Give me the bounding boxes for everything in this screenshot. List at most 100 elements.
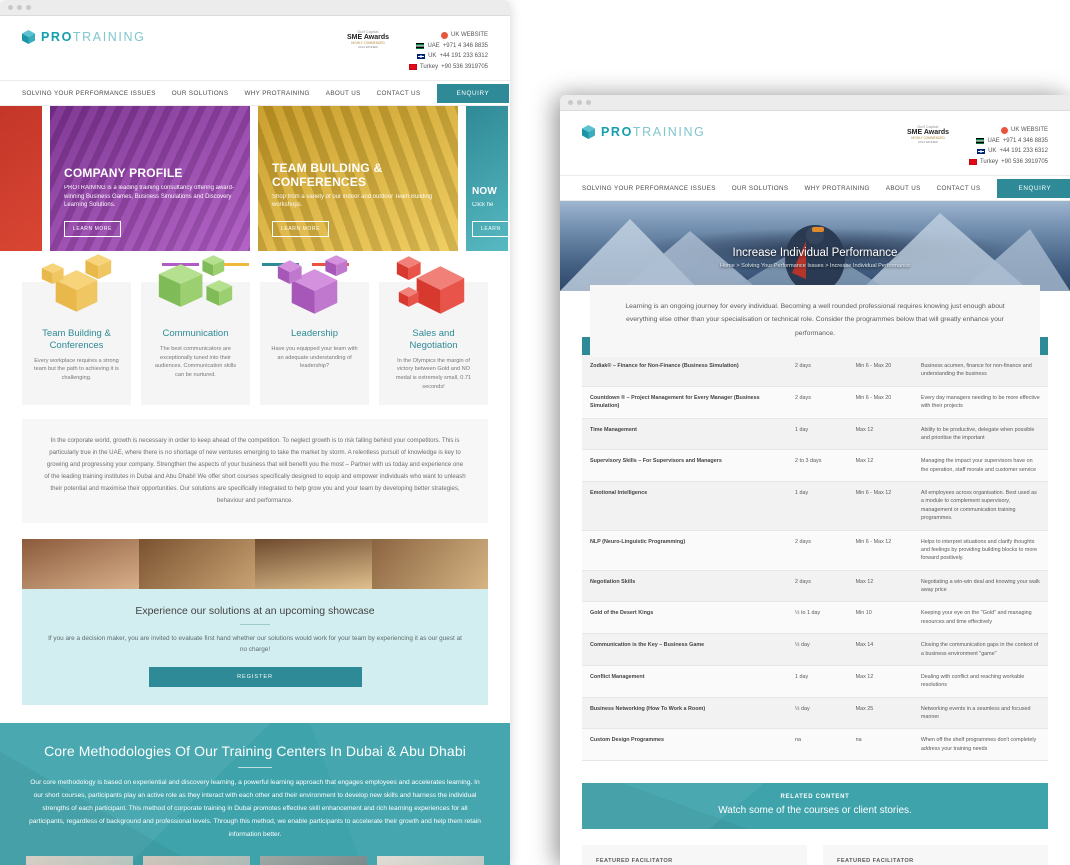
cell-ideal-for: Negotiating a win-win deal and knowing y…: [912, 570, 1048, 603]
cell-group-size: na: [847, 728, 913, 762]
table-row[interactable]: Time Management 1 day Max 12 Ability to …: [582, 418, 1048, 451]
table-row[interactable]: Supervisory Skills – For Supervisors and…: [582, 449, 1048, 482]
slide-title: NOW: [472, 186, 498, 198]
cube-cluster-icon: [260, 252, 369, 322]
facilitator-card-ian-murray[interactable]: FEATURED FACILITATOR Ian Murray: [582, 845, 807, 865]
uae-flag-icon: [976, 138, 985, 144]
carousel-slide-team-building[interactable]: TEAM BUILDING & CONFERENCES Shop from a …: [258, 106, 458, 251]
breadcrumb: Home > Solving Your Performance Issues >…: [719, 263, 911, 269]
window-close-button[interactable]: [8, 5, 13, 10]
feature-card-communication[interactable]: Communication The best communicators are…: [141, 255, 250, 406]
nav-item-about-us[interactable]: ABOUT US: [326, 90, 361, 97]
feature-desc: The best communicators are exceptionally…: [154, 345, 237, 378]
site-logo[interactable]: PROTRAINING: [22, 30, 145, 44]
nav-item-our-solutions[interactable]: OUR SOLUTIONS: [172, 90, 229, 97]
cell-duration: ½ day: [787, 697, 848, 730]
cell-programme: Negotiation Skills: [582, 570, 788, 603]
feature-card-sales-negotiation[interactable]: Sales and Negotiation In the Olympics th…: [379, 256, 488, 406]
facilitator-card-patricia-osullivan[interactable]: FEATURED FACILITATOR Patricia O'Sullivan: [823, 845, 1048, 865]
table-row[interactable]: Negotiation Skills 2 days Max 12 Negotia…: [582, 570, 1048, 603]
slide-learn-more-button[interactable]: LEARN MORE: [64, 221, 122, 237]
table-row[interactable]: NLP (Neuro-Linguistic Programming) 2 day…: [582, 530, 1048, 571]
methodology-thumb-2[interactable]: [143, 855, 250, 865]
contact-row-uk[interactable]: UK +44 191 233 6312: [969, 146, 1048, 157]
cell-group-size: Min 10: [847, 601, 913, 635]
methodology-thumb-4[interactable]: [377, 855, 484, 865]
uk-phone: +44 191 233 6312: [999, 148, 1048, 154]
slide-learn-more-button[interactable]: LEARN MORE: [272, 221, 330, 237]
cube-cluster-icon: [379, 252, 488, 322]
contact-row-turkey[interactable]: Turkey +90 536 3919705: [408, 62, 488, 73]
intro-paragraph-box: In the corporate world, growth is necess…: [22, 419, 488, 523]
contact-row-uk[interactable]: UK +44 191 233 6312: [409, 51, 488, 62]
showcase-desc: If you are a decision maker, you are inv…: [48, 634, 462, 654]
site-logo[interactable]: PROTRAINING: [582, 125, 705, 139]
table-row[interactable]: Zodiak® – Finance for Non-Finance (Busin…: [582, 355, 1048, 387]
carousel-slide-prev[interactable]: [0, 106, 42, 251]
contact-row-uae[interactable]: UAE +971 4 346 8835: [969, 136, 1048, 147]
showcase-section: Experience our solutions at an upcoming …: [22, 538, 488, 706]
page-title: Increase Individual Performance: [732, 247, 898, 259]
methodology-thumb-3[interactable]: [260, 855, 367, 865]
table-row[interactable]: Business Networking (How To Work a Room)…: [582, 697, 1048, 730]
window-minimize-button[interactable]: [17, 5, 22, 10]
uk-website-link[interactable]: UK WEBSITE: [409, 30, 488, 41]
cube-logo-icon: [22, 30, 35, 44]
feature-desc: Have you equipped your team with an adeq…: [271, 345, 358, 370]
carousel-slide-company-profile[interactable]: COMPANY PROFILE PROTRAINING is a leading…: [50, 106, 250, 251]
nav-item-contact-us[interactable]: CONTACT US: [377, 90, 421, 97]
window-titlebar: [560, 95, 1070, 111]
enquiry-button[interactable]: ENQUIRY: [436, 83, 510, 103]
uk-flag-icon: [417, 53, 426, 59]
window-zoom-button[interactable]: [586, 100, 591, 105]
table-row[interactable]: Gold of the Desert Kings ½ to 1 day Min …: [582, 601, 1048, 635]
logo-light: TRAINING: [632, 125, 706, 139]
table-row[interactable]: Countdown ® – Project Management for Eve…: [582, 386, 1048, 419]
site-header: PROTRAINING Gulf Capital SME Awards HIGH…: [0, 16, 510, 80]
table-row[interactable]: Communication is the Key – Business Game…: [582, 633, 1048, 666]
table-row[interactable]: Emotional Intelligence 1 day Min 6 - Max…: [582, 481, 1048, 531]
divider: [238, 767, 272, 769]
slide-learn-more-button[interactable]: LEARN: [472, 221, 508, 237]
nav-item-why-protraining[interactable]: WHY PROTRAINING: [244, 90, 309, 97]
page-body: PROGRAMME DURATION GROUP SIZE IDEAL FOR …: [560, 291, 1070, 865]
feature-card-team-building[interactable]: Team Building & Conferences Every workpl…: [22, 254, 131, 406]
register-button[interactable]: REGISTER: [148, 667, 362, 688]
feature-card-leadership[interactable]: Leadership Have you equipped your team w…: [260, 255, 369, 406]
window-zoom-button[interactable]: [26, 5, 31, 10]
methodology-thumb-1[interactable]: [26, 855, 133, 865]
carousel-slide-next[interactable]: NOW Click he LEARN: [466, 106, 508, 251]
nav-item-contact-us[interactable]: CONTACT US: [937, 185, 981, 192]
front-browser-window[interactable]: PROTRAINING Gulf Capital SME Awards HIGH…: [560, 95, 1070, 865]
cell-duration: 1 day: [787, 665, 848, 698]
turkey-country: Turkey: [419, 63, 439, 70]
cell-programme: Business Networking (How To Work a Room): [582, 697, 788, 730]
programmes-table: PROGRAMME DURATION GROUP SIZE IDEAL FOR …: [582, 337, 1048, 762]
uae-flag-icon: [416, 43, 425, 49]
slide-title: COMPANY PROFILE: [64, 165, 183, 180]
back-browser-window[interactable]: PROTRAINING Gulf Capital SME Awards HIGH…: [0, 0, 510, 865]
nav-item-our-solutions[interactable]: OUR SOLUTIONS: [732, 185, 789, 192]
enquiry-button[interactable]: ENQUIRY: [996, 178, 1070, 198]
slide-desc: Click he: [472, 202, 494, 209]
nav-item-solving-your-performance-issues[interactable]: SOLVING YOUR PERFORMANCE ISSUES: [22, 90, 156, 97]
methodology-thumbnails[interactable]: [26, 855, 484, 865]
nav-item-solving-your-performance-issues[interactable]: SOLVING YOUR PERFORMANCE ISSUES: [582, 185, 716, 192]
uk-website-link[interactable]: UK WEBSITE: [969, 125, 1048, 136]
hero-carousel[interactable]: COMPANY PROFILE PROTRAINING is a leading…: [0, 106, 510, 251]
showcase-body: Experience our solutions at an upcoming …: [22, 588, 488, 706]
methodology-section: Core Methodologies Of Our Training Cente…: [0, 723, 510, 865]
contact-row-uae[interactable]: UAE +971 4 346 8835: [409, 41, 488, 52]
feature-cards: Team Building & Conferences Every workpl…: [0, 254, 510, 419]
contact-row-turkey[interactable]: Turkey +90 536 3919705: [968, 157, 1048, 168]
cell-ideal-for: Business acumen, finance for non-finance…: [912, 355, 1048, 387]
uk-website-label: UK WEBSITE: [1010, 127, 1048, 133]
nav-item-why-protraining[interactable]: WHY PROTRAINING: [804, 185, 869, 192]
nav-item-about-us[interactable]: ABOUT US: [886, 185, 921, 192]
window-close-button[interactable]: [568, 100, 573, 105]
table-row[interactable]: Custom Design Programmes na na When off …: [582, 728, 1048, 762]
table-row[interactable]: Conflict Management 1 day Max 12 Dealing…: [582, 665, 1048, 698]
cell-ideal-for: Managing the impact your supervisors hav…: [912, 449, 1048, 482]
cell-programme: Countdown ® – Project Management for Eve…: [582, 386, 788, 419]
window-minimize-button[interactable]: [577, 100, 582, 105]
